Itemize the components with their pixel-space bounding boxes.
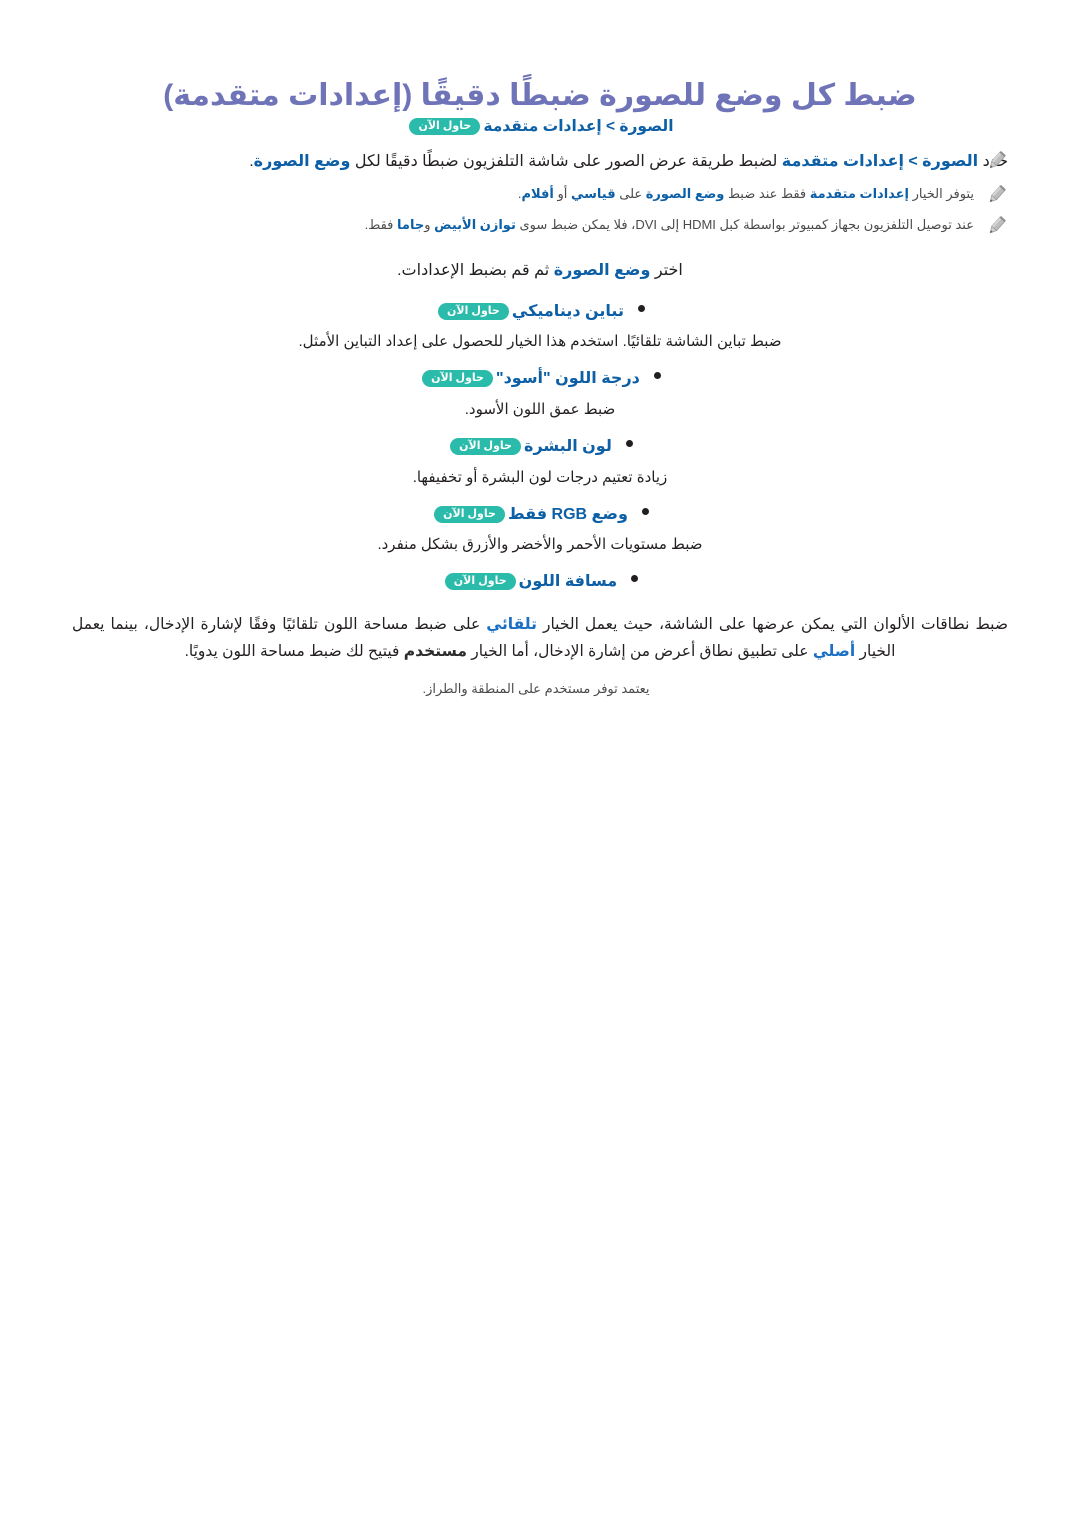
- manual-page: ضبط كل وضع للصورة ضبطًا دقيقًا (إعدادات …: [0, 0, 1080, 1527]
- lead-picture-mode: وضع الصورة: [253, 153, 351, 170]
- setting-description: ضبط عمق اللون الأسود.: [464, 400, 616, 418]
- bullet-dot-icon: [631, 575, 639, 583]
- setting-label: وضع RGB فقط: [507, 505, 628, 523]
- setting-dynamic-contrast[interactable]: تباين ديناميكيحاول الآن: [72, 299, 1008, 325]
- cs-seg4: فيتيح لك ضبط مساحة اللون يدويًا.: [184, 642, 400, 660]
- setting-description: ضبط تباين الشاشة تلقائيًا. استخدم هذا ال…: [298, 333, 782, 351]
- tail-suffix: على المنطقة والطراز.: [422, 680, 542, 696]
- list-item: درجة اللون "أسود"حاول الآن ضبط عمق اللون…: [72, 366, 1008, 422]
- cs-term-user: مستخدم: [403, 642, 467, 660]
- note-user-availability: يعتمد توفر مستخدم على المنطقة والطراز.: [72, 150, 1008, 697]
- setting-color-space[interactable]: مسافة اللونحاول الآن: [72, 569, 1008, 595]
- note1-term-standard: قياسي: [570, 185, 616, 201]
- note2-seg3: فقط.: [364, 216, 398, 232]
- choose-picture-mode-line: اختر وضع الصورة ثم قم بضبط الإعدادات.: [72, 259, 1008, 283]
- note1-seg1: يتوفر الخيار: [909, 185, 974, 201]
- settings-list: تباين ديناميكيحاول الآن ضبط تباين الشاشة…: [72, 299, 1008, 595]
- try-now-badge[interactable]: حاول الآن: [438, 302, 509, 320]
- pencil-icon: [982, 184, 1008, 206]
- setting-label: تباين ديناميكي: [511, 302, 624, 320]
- choose-suffix: ثم قم بضبط الإعدادات.: [397, 261, 550, 279]
- try-now-badge[interactable]: حاول الآن: [434, 505, 505, 523]
- note-user-availability-text: يعتمد توفر مستخدم على المنطقة والطراز.: [422, 681, 649, 697]
- setting-description: زيادة تعتيم درجات لون البشرة أو تخفيفها.: [412, 468, 668, 486]
- setting-label: لون البشرة: [524, 437, 612, 455]
- list-item: لون البشرةحاول الآن زيادة تعتيم درجات لو…: [72, 434, 1008, 490]
- list-item: وضع RGB فقطحاول الآن ضبط مستويات الأحمر …: [72, 502, 1008, 558]
- lead-path: الصورة > إعدادات متقدمة: [781, 153, 979, 170]
- note-advanced-settings-text: يتوفر الخيار إعدادات متقدمة فقط عند ضبط …: [72, 183, 974, 204]
- try-now-badge[interactable]: حاول الآن: [409, 118, 481, 136]
- bullet-dot-icon: [641, 507, 649, 515]
- try-now-badge[interactable]: حاول الآن: [450, 437, 521, 456]
- try-now-badge[interactable]: حاول الآن: [422, 370, 493, 388]
- note-hdmi-dvi: عند توصيل التلفزيون بجهاز كمبيوتر بواسطة…: [72, 214, 1008, 237]
- setting-black-tone[interactable]: درجة اللون "أسود"حاول الآن: [72, 366, 1008, 392]
- bullet-dot-icon: [637, 304, 645, 312]
- list-item: تباين ديناميكيحاول الآن ضبط تباين الشاشة…: [72, 299, 1008, 355]
- page-title: ضبط كل وضع للصورة ضبطًا دقيقًا (إعدادات …: [163, 79, 917, 113]
- note2-term-white-balance: توازن الأبيض: [434, 216, 516, 232]
- note1-seg4: أو: [553, 185, 571, 201]
- content-area: حدد الصورة > إعدادات متقدمة لضبط طريقة ع…: [72, 150, 1008, 697]
- cs-term-auto: تلقائي: [486, 615, 537, 633]
- tail-prefix: يعتمد توفر: [594, 680, 650, 696]
- bullet-dot-icon: [625, 439, 633, 447]
- setting-rgb-only-mode[interactable]: وضع RGB فقطحاول الآن: [72, 502, 1008, 528]
- note2-seg1: عند توصيل التلفزيون بجهاز كمبيوتر بواسطة…: [515, 216, 974, 232]
- tail-term-user: مستخدم: [544, 680, 591, 696]
- try-now-badge[interactable]: حاول الآن: [444, 573, 516, 591]
- pencil-icon: [982, 215, 1008, 237]
- note2-term-gamma: جاما: [397, 216, 425, 232]
- breadcrumb: الصورة > إعدادات متقدمةحاول الآن: [72, 116, 1008, 138]
- setting-description: ضبط مستويات الأحمر والأخضر والأزرق بشكل …: [377, 536, 703, 554]
- setting-label: مسافة اللون: [518, 573, 618, 591]
- cs-seg3: على تطبيق نطاق أعرض من إشارة الإدخال، أم…: [471, 642, 809, 660]
- color-space-paragraph: ضبط نطاقات الألوان التي يمكن عرضها على ا…: [72, 611, 1008, 665]
- note1-seg3: على: [615, 185, 646, 201]
- setting-label: درجة اللون "أسود": [495, 370, 640, 388]
- cs-term-native: أصلي: [812, 642, 856, 660]
- note1-term-advanced: إعدادات متقدمة: [809, 185, 909, 201]
- list-item: مسافة اللونحاول الآن: [72, 569, 1008, 595]
- note2-seg2: و: [424, 216, 435, 232]
- note1-term-picture-mode: وضع الصورة: [645, 185, 725, 201]
- breadcrumb-path: الصورة > إعدادات متقدمة: [483, 118, 674, 135]
- note1-term-movie: أفلام: [521, 185, 554, 201]
- choose-prefix: اختر: [654, 261, 683, 279]
- lead-paragraph: حدد الصورة > إعدادات متقدمة لضبط طريقة ع…: [72, 150, 1008, 175]
- lead-middle: لضبط طريقة عرض الصور على شاشة التلفزيون …: [354, 153, 778, 170]
- note-hdmi-dvi-text: عند توصيل التلفزيون بجهاز كمبيوتر بواسطة…: [72, 214, 974, 235]
- note-advanced-settings: يتوفر الخيار إعدادات متقدمة فقط عند ضبط …: [72, 183, 1008, 206]
- setting-flesh-tone[interactable]: لون البشرةحاول الآن: [72, 434, 1008, 460]
- note1-seg2: فقط عند ضبط: [724, 185, 810, 201]
- cs-seg1: ضبط نطاقات الألوان التي يمكن عرضها على ا…: [542, 615, 1009, 633]
- choose-term-picture-mode: وضع الصورة: [553, 261, 651, 279]
- bullet-dot-icon: [653, 372, 661, 380]
